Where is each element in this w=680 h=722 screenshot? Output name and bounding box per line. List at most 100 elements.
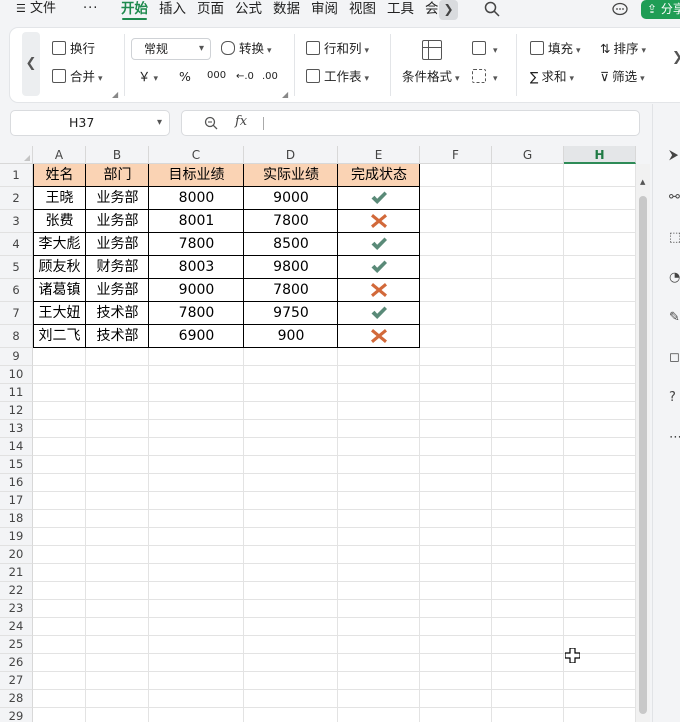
column-header-c[interactable]: C (149, 146, 244, 164)
table-cell-name[interactable]: 刘二飞 (33, 325, 86, 348)
wrap-text-button[interactable]: 换行 (52, 41, 95, 57)
alignment-dialog-launcher[interactable]: ◢ (112, 90, 118, 99)
table-cell-dept[interactable]: 业务部 (86, 233, 149, 256)
border-button[interactable]: ▾ (472, 69, 498, 87)
worksheet-grid[interactable]: ABCDEFGH 1 2 3 4 5 6 7 8 9 10 11 12 13 14 15 16 17 18 19 20… (0, 146, 636, 722)
status-check-cell[interactable] (338, 302, 420, 325)
row-header[interactable]: 15 (0, 456, 33, 474)
autosum-button[interactable]: ∑ 求和 ▾ (530, 69, 574, 87)
table-cell-name[interactable]: 顾友秋 (33, 256, 86, 279)
tab-review[interactable]: 审阅 (311, 0, 338, 18)
table-cell-actual[interactable]: 7800 (244, 279, 338, 302)
table-header-cell[interactable]: 姓名 (33, 164, 86, 187)
table-header-cell[interactable]: 目标业绩 (149, 164, 244, 187)
row-header[interactable]: 27 (0, 672, 33, 690)
name-box[interactable]: H37 ▾ (10, 110, 170, 136)
column-header-g[interactable]: G (492, 146, 564, 164)
fill-button[interactable]: 填充 ▾ (530, 41, 581, 59)
row-header[interactable]: 8 (0, 325, 33, 348)
table-cell-actual[interactable]: 9000 (244, 187, 338, 210)
comment-icon[interactable]: ◻ (669, 350, 680, 365)
row-header[interactable]: 25 (0, 636, 33, 654)
column-header-h[interactable]: H (564, 146, 636, 164)
table-cell-name[interactable]: 张费 (33, 210, 86, 233)
row-header[interactable]: 13 (0, 420, 33, 438)
table-cell-target[interactable]: 7800 (149, 233, 244, 256)
cell-style-button[interactable]: ▾ (472, 41, 498, 59)
status-check-cell[interactable] (338, 256, 420, 279)
tab-tools[interactable]: 工具 (387, 0, 414, 18)
table-header-cell[interactable]: 部门 (86, 164, 149, 187)
status-cross-cell[interactable] (338, 279, 420, 302)
table-cell-actual[interactable]: 900 (244, 325, 338, 348)
table-cell-name[interactable]: 王晓 (33, 187, 86, 210)
table-cell-actual[interactable]: 9800 (244, 256, 338, 279)
filter-button[interactable]: ⊽ 筛选 ▾ (600, 69, 645, 87)
tab-view[interactable]: 视图 (349, 0, 376, 18)
table-cell-target[interactable]: 7800 (149, 302, 244, 325)
status-cross-cell[interactable] (338, 325, 420, 348)
tab-scroll-right-button[interactable]: ❯ (439, 0, 458, 20)
row-header[interactable]: 29 (0, 708, 33, 722)
table-header-cell[interactable]: 完成状态 (338, 164, 420, 187)
table-cell-target[interactable]: 6900 (149, 325, 244, 348)
row-header[interactable]: 16 (0, 474, 33, 492)
row-header[interactable]: 28 (0, 690, 33, 708)
conditional-format-button[interactable]: 条件格式 ▾ (402, 69, 460, 87)
scroll-up-arrow-icon[interactable]: ▲ (640, 178, 645, 186)
row-header[interactable]: 23 (0, 600, 33, 618)
percent-format-button[interactable]: % (179, 69, 191, 85)
decrease-decimal-button[interactable]: .00 (262, 69, 278, 85)
worksheet-button[interactable]: 工作表 ▾ (306, 69, 369, 87)
help-icon[interactable]: ? (669, 390, 676, 405)
merge-cells-button[interactable]: 合并 ▾ (52, 69, 103, 87)
ribbon-scroll-right-button[interactable]: ❯ (672, 50, 680, 65)
column-header-f[interactable]: F (420, 146, 492, 164)
thousands-separator-button[interactable]: 000 (207, 68, 226, 84)
table-cell-actual[interactable]: 9750 (244, 302, 338, 325)
column-header-e[interactable]: E (338, 146, 420, 164)
more-icon[interactable]: ⋯ (669, 430, 680, 445)
row-header[interactable]: 9 (0, 348, 33, 366)
table-cell-dept[interactable]: 业务部 (86, 210, 149, 233)
share-button[interactable]: ⇪ 分享 (641, 0, 680, 19)
table-cell-target[interactable]: 8003 (149, 256, 244, 279)
function-icon[interactable]: fx (235, 114, 247, 129)
row-header[interactable]: 14 (0, 438, 33, 456)
selection-icon[interactable]: ⬚ (669, 230, 680, 245)
table-cell-target[interactable]: 9000 (149, 279, 244, 302)
link-icon[interactable]: ⚯ (669, 190, 680, 205)
column-header-d[interactable]: D (244, 146, 338, 164)
row-header[interactable]: 4 (0, 233, 33, 256)
table-cell-name[interactable]: 诸葛镇 (33, 279, 86, 302)
table-cell-actual[interactable]: 8500 (244, 233, 338, 256)
row-header[interactable]: 5 (0, 256, 33, 279)
table-cell-dept[interactable]: 业务部 (86, 279, 149, 302)
row-header[interactable]: 24 (0, 618, 33, 636)
row-header[interactable]: 11 (0, 384, 33, 402)
currency-format-button[interactable]: ￥ ▾ (138, 69, 158, 87)
scrollbar-thumb[interactable] (639, 196, 647, 714)
table-header-cell[interactable]: 实际业绩 (244, 164, 338, 187)
row-header[interactable]: 12 (0, 402, 33, 420)
convert-button[interactable]: 转换 ▾ (221, 41, 272, 59)
vertical-scrollbar[interactable]: ▲ (636, 164, 650, 722)
row-header[interactable]: 7 (0, 302, 33, 325)
status-check-cell[interactable] (338, 187, 420, 210)
table-cell-name[interactable]: 王大妞 (33, 302, 86, 325)
table-cell-dept[interactable]: 财务部 (86, 256, 149, 279)
row-header[interactable]: 1 (0, 164, 33, 187)
table-cell-name[interactable]: 李大彪 (33, 233, 86, 256)
column-header-a[interactable]: A (33, 146, 86, 164)
row-header[interactable]: 3 (0, 210, 33, 233)
row-header[interactable]: 21 (0, 564, 33, 582)
row-header[interactable]: 26 (0, 654, 33, 672)
increase-decimal-button[interactable]: ←.0 (236, 69, 254, 85)
zoom-icon[interactable] (204, 116, 218, 130)
table-cell-actual[interactable]: 7800 (244, 210, 338, 233)
tab-formula[interactable]: 公式 (235, 0, 262, 18)
tab-home[interactable]: 开始 (121, 0, 148, 20)
table-cell-dept[interactable]: 业务部 (86, 187, 149, 210)
status-check-cell[interactable] (338, 233, 420, 256)
formula-input[interactable]: fx (181, 110, 640, 136)
